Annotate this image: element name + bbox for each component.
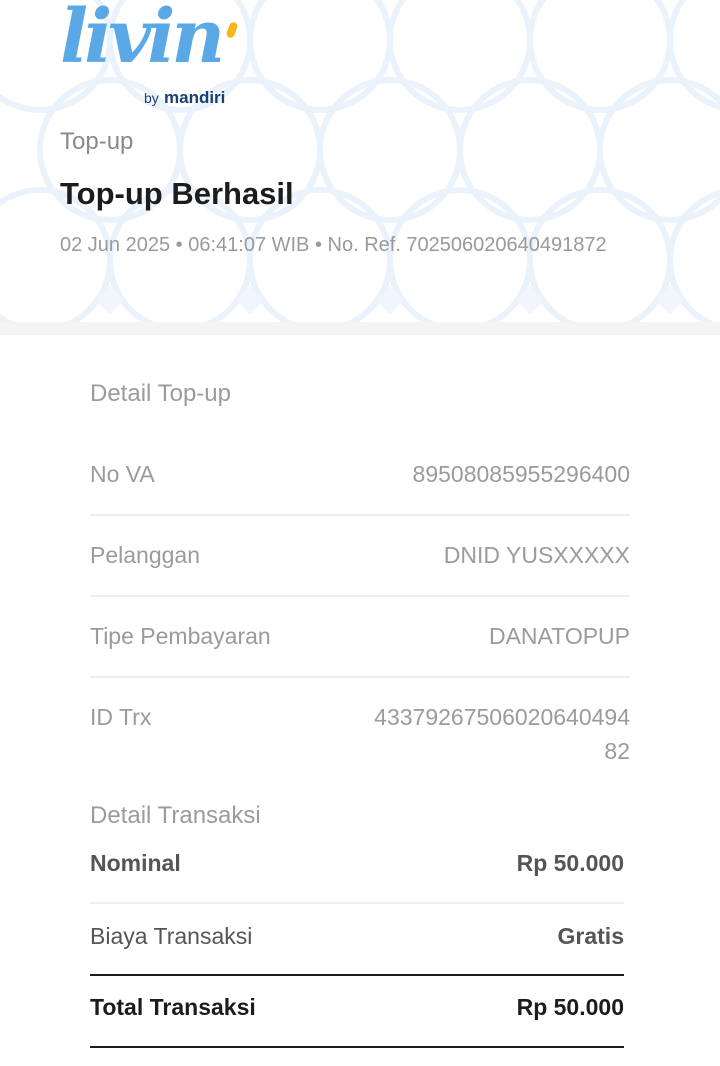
nominal-label: Nominal xyxy=(90,850,181,876)
livin-mandiri-logo: livin by mandiri xyxy=(60,0,240,110)
detail-key: No VA xyxy=(90,461,155,487)
detail-key: Pelanggan xyxy=(90,542,200,568)
detail-value-line1: 43379267506020640494 xyxy=(374,704,630,730)
nominal-value: Rp 50.000 xyxy=(516,850,624,876)
transaction-meta: 02 Jun 2025 • 06:41:07 WIB • No. Ref. 70… xyxy=(60,234,607,256)
logo-wordmark: livin xyxy=(60,0,225,80)
detail-key: ID Trx xyxy=(90,704,152,730)
detail-key: Tipe Pembayaran xyxy=(90,623,271,649)
total-value: Rp 50.000 xyxy=(516,994,624,1020)
receipt-header: livin by mandiri Top-up Top-up Berhasil … xyxy=(0,0,720,322)
detail-value: DANATOPUP xyxy=(488,623,630,649)
bottom-divider xyxy=(90,1046,624,1048)
page-title: Top-up Berhasil xyxy=(60,176,294,211)
logo-accent-mark xyxy=(225,21,239,39)
logo-by-text: by xyxy=(144,90,159,106)
row-divider xyxy=(90,595,630,597)
row-divider xyxy=(90,902,624,904)
fee-label: Biaya Transaksi xyxy=(90,923,253,949)
section-gap xyxy=(0,322,720,335)
transaction-category: Top-up xyxy=(60,128,134,155)
logo-mandiri-text: mandiri xyxy=(164,88,226,107)
transaction-section-label: Detail Transaksi xyxy=(90,802,261,829)
detail-value: 89508085955296400 xyxy=(412,461,630,487)
total-divider xyxy=(90,974,624,976)
row-divider xyxy=(90,676,630,678)
total-label: Total Transaksi xyxy=(90,994,256,1020)
row-divider xyxy=(90,514,630,516)
detail-value: DNID YUSXXXXX xyxy=(443,542,630,568)
detail-value-line2: 82 xyxy=(604,738,630,764)
fee-value: Gratis xyxy=(557,923,624,949)
detail-section-label: Detail Top-up xyxy=(90,380,231,407)
